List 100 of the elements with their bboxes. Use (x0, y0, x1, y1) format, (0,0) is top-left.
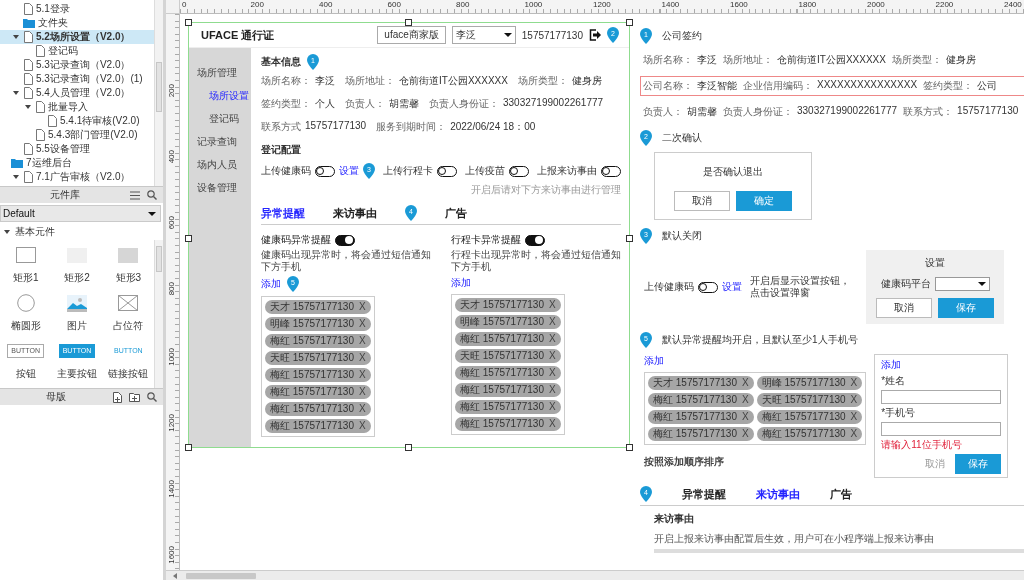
page-tree-item[interactable]: 批量导入 (0, 100, 154, 114)
input-field[interactable] (881, 422, 1002, 436)
selection-handle[interactable] (626, 444, 633, 451)
nav-item[interactable]: 场内人员 (197, 158, 251, 172)
remove-tag-button[interactable]: X (850, 411, 858, 423)
nav-item[interactable]: 记录查询 (197, 135, 251, 149)
tab[interactable]: 异常提醒 (261, 205, 305, 221)
remove-tag-button[interactable]: X (548, 299, 556, 311)
remove-tag-button[interactable]: X (850, 377, 858, 389)
add-folder-icon[interactable] (129, 392, 140, 402)
selection-handle[interactable] (185, 235, 192, 242)
toggle-switch[interactable] (601, 165, 621, 177)
page-tree-item[interactable]: 7运维后台 (0, 156, 154, 170)
page-tree-item[interactable]: 5.2场所设置（V2.0） (0, 30, 154, 44)
alert-description: 健康码出现异常时，将会通过短信通知下方手机 (261, 249, 431, 273)
remove-tag-button[interactable]: X (741, 394, 749, 406)
toggle-switch[interactable] (698, 281, 718, 293)
scrollbar[interactable] (166, 570, 1024, 580)
remove-tag-button[interactable]: X (548, 316, 556, 328)
component-item[interactable]: 占位符 (102, 294, 154, 342)
remove-tag-button[interactable]: X (358, 301, 366, 313)
remove-tag-button[interactable]: X (358, 352, 366, 364)
section-toggle[interactable]: 基本元件 (0, 223, 163, 240)
page-tree-item[interactable]: 5.3记录查询（V2.0）(1) (0, 72, 154, 86)
selection-handle[interactable] (626, 19, 633, 26)
remove-tag-button[interactable]: X (850, 428, 858, 440)
remove-tag-button[interactable]: X (548, 333, 556, 345)
scrollbar-thumb[interactable] (156, 246, 162, 272)
component-item[interactable]: 图片 (51, 294, 103, 342)
scrollbar[interactable] (154, 240, 163, 388)
remove-tag-button[interactable]: X (548, 418, 556, 430)
input-field[interactable] (881, 390, 1002, 404)
remove-tag-button[interactable]: X (358, 420, 366, 432)
scrollbar-thumb[interactable] (156, 62, 162, 112)
library-dropdown[interactable]: Default (0, 205, 161, 222)
header-button[interactable]: uface商家版 (377, 26, 446, 44)
nav-item[interactable]: 登记码 (197, 112, 251, 126)
remove-tag-button[interactable]: X (741, 377, 749, 389)
page-tree-item[interactable]: 文件夹 (0, 16, 154, 30)
nav-item[interactable]: 场所管理 (197, 66, 251, 80)
remove-tag-button[interactable]: X (358, 335, 366, 347)
component-item[interactable]: 椭圆形 (0, 294, 52, 342)
nav-item[interactable]: 场所设置 (197, 89, 251, 103)
logout-icon[interactable] (589, 29, 601, 41)
selection-handle[interactable] (405, 19, 412, 26)
contact-tag-text: 梅红 15757177130 (460, 333, 544, 345)
toggle-switch[interactable] (437, 165, 457, 177)
component-item[interactable]: 矩形3 (102, 246, 154, 294)
add-link[interactable]: 添加 (451, 276, 471, 290)
search-icon[interactable] (147, 190, 157, 200)
page-tree-item[interactable]: 5.5设备管理 (0, 142, 154, 156)
remove-tag-button[interactable]: X (358, 369, 366, 381)
page-tree-item[interactable]: 5.4人员管理（V2.0） (0, 86, 154, 100)
toggle-switch[interactable] (315, 165, 335, 177)
remove-tag-button[interactable]: X (548, 350, 556, 362)
remove-tag-button[interactable]: X (548, 384, 556, 396)
settings-link[interactable]: 设置 (339, 164, 359, 178)
toggle-switch[interactable] (335, 234, 355, 246)
remove-tag-button[interactable]: X (358, 403, 366, 415)
component-item[interactable]: 矩形1 (0, 246, 52, 294)
remove-tag-button[interactable]: X (741, 411, 749, 423)
page-tree-item[interactable]: 登记码 (0, 44, 154, 58)
scrollbar[interactable] (154, 0, 163, 186)
add-link[interactable]: 添加 (261, 277, 281, 291)
selection-handle[interactable] (185, 444, 192, 451)
selection-handle[interactable] (405, 444, 412, 451)
remove-tag-button[interactable]: X (850, 394, 858, 406)
page-tree-item[interactable]: 5.4.3部门管理(V2.0) (0, 128, 154, 142)
remove-tag-button[interactable]: X (548, 367, 556, 379)
component-item[interactable]: 矩形2 (51, 246, 103, 294)
settings-link[interactable]: 设置 (722, 280, 742, 294)
cancel-button[interactable]: 取消 (674, 191, 730, 211)
page-tree-item[interactable]: 5.4.1待审核(V2.0) (0, 114, 154, 128)
remove-tag-button[interactable]: X (548, 401, 556, 413)
arrow-left-icon[interactable] (172, 572, 178, 579)
page-tree-item[interactable]: 5.1登录 (0, 2, 154, 16)
tab[interactable]: 来访事由 (756, 486, 800, 502)
search-icon[interactable] (147, 392, 157, 402)
remove-tag-button[interactable]: X (741, 428, 749, 440)
cancel-button[interactable]: 取消 (876, 298, 932, 318)
field-label: 场所名称： (261, 74, 311, 88)
tab[interactable]: 来访事由 (333, 205, 377, 221)
nav-item[interactable]: 设备管理 (197, 181, 251, 195)
add-page-icon[interactable] (112, 391, 122, 403)
tab[interactable]: 异常提醒 (682, 486, 726, 502)
account-select[interactable]: 李泛 (451, 26, 516, 44)
platform-select[interactable] (934, 277, 990, 291)
add-link[interactable]: 添加 (644, 354, 867, 368)
selection-handle[interactable] (626, 235, 633, 242)
scrollbar-thumb[interactable] (186, 572, 256, 579)
toggle-switch[interactable] (509, 165, 529, 177)
tab[interactable]: 广告 (830, 486, 852, 502)
toggle-switch[interactable] (525, 234, 545, 246)
page-tree-item[interactable]: 5.3记录查询（V2.0） (0, 58, 154, 72)
tab[interactable]: 广告 (445, 205, 467, 221)
remove-tag-button[interactable]: X (358, 386, 366, 398)
remove-tag-button[interactable]: X (358, 318, 366, 330)
page-tree-item[interactable]: 7.1广告审核（V2.0） (0, 170, 154, 184)
selection-handle[interactable] (185, 19, 192, 26)
menu-icon[interactable] (130, 190, 140, 200)
